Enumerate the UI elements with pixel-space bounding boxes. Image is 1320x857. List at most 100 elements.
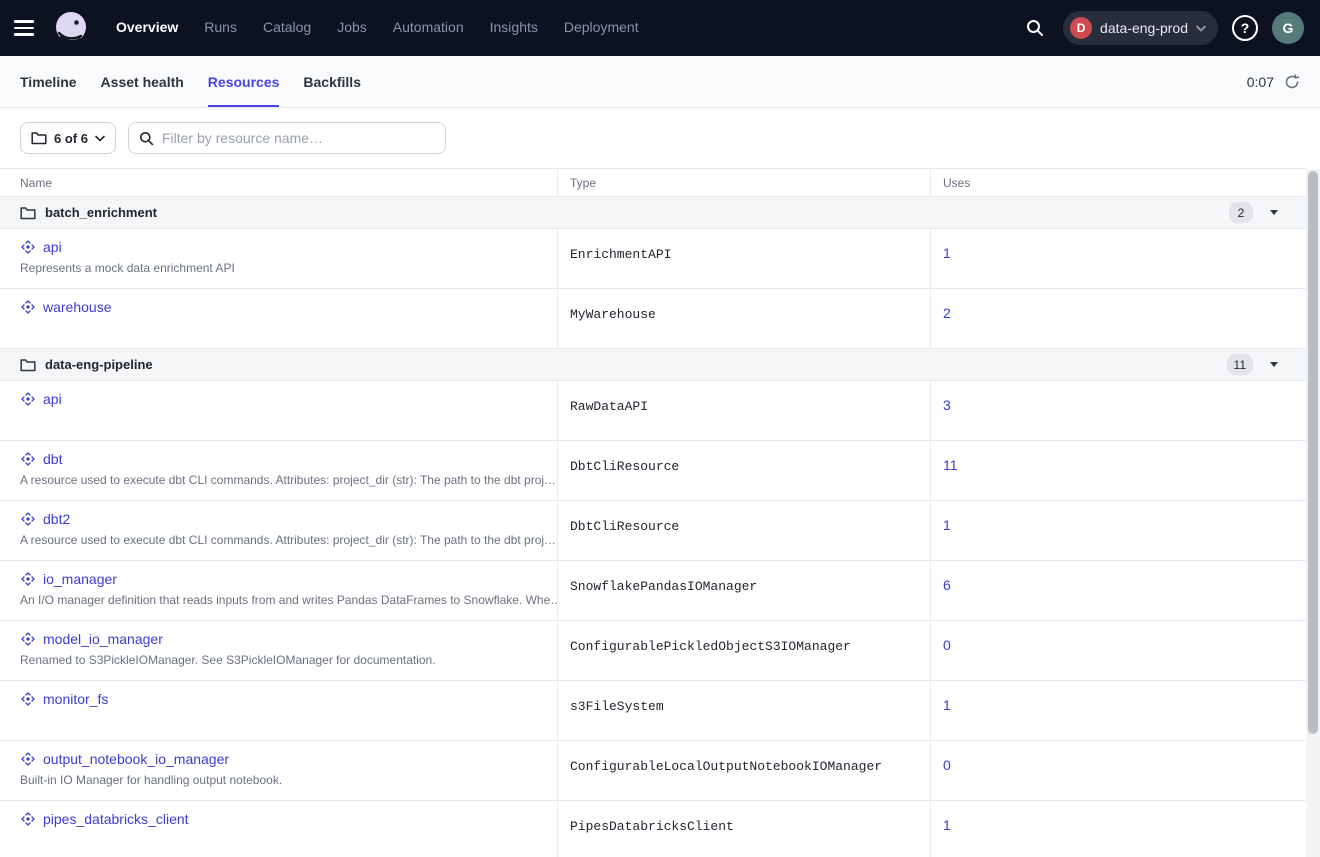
resources-table: NameTypeUses batch_enrichment 2 api Represe… [0, 168, 1306, 857]
resource-row-monitor_fs: monitor_fs s3FileSystem 1 [0, 681, 1306, 741]
chevron-down-icon [1196, 25, 1206, 32]
resource-row-api: api RawDataAPI 3 [0, 381, 1306, 441]
tab-asset-health[interactable]: Asset health [101, 56, 184, 107]
resource-row-api: api Represents a mock data enrichment API… [0, 229, 1306, 289]
uses-count-link[interactable]: 1 [943, 517, 951, 533]
resource-name-link[interactable]: monitor_fs [43, 691, 108, 707]
resource-description: Built-in IO Manager for handling output … [20, 773, 557, 787]
refresh-countdown: 0:07 [1247, 74, 1274, 90]
workspace-switcher[interactable]: D data-eng-prod [1063, 11, 1218, 45]
uses-count-link[interactable]: 11 [943, 457, 958, 473]
code-location-filter-button[interactable]: 6 of 6 [20, 122, 116, 154]
resource-name-link[interactable]: api [43, 239, 62, 255]
vertical-scrollbar[interactable] [1306, 169, 1320, 857]
resource-row-pipes_databricks_client: pipes_databricks_clientPipesDatabricksCl… [0, 801, 1306, 857]
resource-name-link[interactable]: dbt [43, 451, 62, 467]
resource-icon [20, 451, 36, 467]
nav-item-jobs[interactable]: Jobs [337, 19, 367, 35]
group-name: batch_enrichment [45, 205, 157, 220]
resource-description: An I/O manager definition that reads inp… [20, 593, 557, 607]
tab-backfills[interactable]: Backfills [303, 56, 361, 107]
nav-item-catalog[interactable]: Catalog [263, 19, 311, 35]
search-icon[interactable] [1021, 14, 1049, 42]
hamburger-menu-icon[interactable] [14, 14, 42, 42]
nav-item-overview[interactable]: Overview [116, 19, 178, 35]
uses-count-link[interactable]: 0 [943, 637, 951, 653]
resource-name-link[interactable]: warehouse [43, 299, 112, 315]
resource-type: MyWarehouse [570, 307, 656, 322]
resource-name-link[interactable]: model_io_manager [43, 631, 163, 647]
uses-count-link[interactable]: 0 [943, 757, 951, 773]
resource-icon [20, 631, 36, 647]
resource-name-link[interactable]: api [43, 391, 62, 407]
uses-count-link[interactable]: 1 [943, 697, 951, 713]
resource-row-dbt2: dbt2 A resource used to execute dbt CLI c… [0, 501, 1306, 561]
filter-toolbar: 6 of 6 [0, 108, 1320, 168]
collapse-caret-icon[interactable] [1270, 210, 1278, 215]
resource-type: s3FileSystem [570, 699, 664, 714]
uses-count-link[interactable]: 1 [943, 245, 951, 261]
avatar[interactable]: G [1272, 12, 1304, 44]
group-name: data-eng-pipeline [45, 357, 153, 372]
resource-type: EnrichmentAPI [570, 247, 671, 262]
dagster-logo[interactable] [52, 9, 90, 47]
resource-icon [20, 571, 36, 587]
column-header-type: Type [557, 169, 930, 196]
chevron-down-icon [95, 135, 105, 142]
group-row-data-eng-pipeline[interactable]: data-eng-pipeline 11 [0, 349, 1306, 381]
refresh-icon[interactable] [1284, 74, 1300, 90]
resource-description: Renamed to S3PickleIOManager. See S3Pick… [20, 653, 557, 667]
nav-item-deployment[interactable]: Deployment [564, 19, 639, 35]
uses-count-link[interactable]: 2 [943, 305, 951, 321]
resource-row-warehouse: warehouse MyWarehouse 2 [0, 289, 1306, 349]
resource-icon [20, 751, 36, 767]
resource-icon [20, 299, 36, 315]
resource-type: DbtCliResource [570, 459, 679, 474]
resource-filter-searchbox [128, 122, 446, 154]
tab-timeline[interactable]: Timeline [20, 56, 77, 107]
resource-icon [20, 811, 36, 827]
nav-item-insights[interactable]: Insights [490, 19, 538, 35]
resource-icon [20, 391, 36, 407]
group-count-badge: 2 [1229, 202, 1253, 223]
tab-resources[interactable]: Resources [208, 56, 280, 107]
help-icon[interactable]: ? [1232, 15, 1258, 41]
nav-item-runs[interactable]: Runs [204, 19, 237, 35]
uses-count-link[interactable]: 3 [943, 397, 951, 413]
resource-type: ConfigurablePickledObjectS3IOManager [570, 639, 851, 654]
resource-row-dbt: dbt A resource used to execute dbt CLI co… [0, 441, 1306, 501]
resource-icon [20, 511, 36, 527]
resource-name-link[interactable]: dbt2 [43, 511, 70, 527]
resource-description: A resource used to execute dbt CLI comma… [20, 473, 557, 487]
resource-row-output_notebook_io_manager: output_notebook_io_manager Built-in IO Ma… [0, 741, 1306, 801]
search-icon [139, 131, 154, 146]
resource-type: ConfigurableLocalOutputNotebookIOManager [570, 759, 882, 774]
uses-count-link[interactable]: 1 [943, 817, 951, 833]
group-count-badge: 11 [1227, 354, 1253, 375]
primary-nav: Overview Runs Catalog Jobs Automation Insight… [116, 19, 639, 37]
scrollbar-thumb[interactable] [1308, 171, 1318, 734]
resource-row-io_manager: io_manager An I/O manager definition that… [0, 561, 1306, 621]
folder-icon [20, 358, 36, 372]
overview-tabbar: Timeline Asset health Resources Backfills 0… [0, 56, 1320, 108]
resource-name-link[interactable]: output_notebook_io_manager [43, 751, 229, 767]
nav-item-automation[interactable]: Automation [393, 19, 464, 35]
resource-icon [20, 691, 36, 707]
resource-description: Represents a mock data enrichment API [20, 261, 557, 275]
deployment-name: data-eng-prod [1100, 20, 1188, 36]
resource-type: RawDataAPI [570, 399, 648, 414]
column-header-uses: Uses [930, 169, 1306, 196]
folder-icon [31, 131, 47, 145]
resource-type: SnowflakePandasIOManager [570, 579, 757, 594]
table-header-row: NameTypeUses [0, 169, 1306, 197]
uses-count-link[interactable]: 6 [943, 577, 951, 593]
resource-filter-input[interactable] [162, 130, 435, 146]
group-row-batch_enrichment[interactable]: batch_enrichment 2 [0, 197, 1306, 229]
resource-icon [20, 239, 36, 255]
resource-name-link[interactable]: io_manager [43, 571, 117, 587]
deployment-badge: D [1070, 17, 1092, 39]
collapse-caret-icon[interactable] [1270, 362, 1278, 367]
resource-description: A resource used to execute dbt CLI comma… [20, 533, 557, 547]
folder-icon [20, 206, 36, 220]
resource-name-link[interactable]: pipes_databricks_client [43, 811, 189, 827]
